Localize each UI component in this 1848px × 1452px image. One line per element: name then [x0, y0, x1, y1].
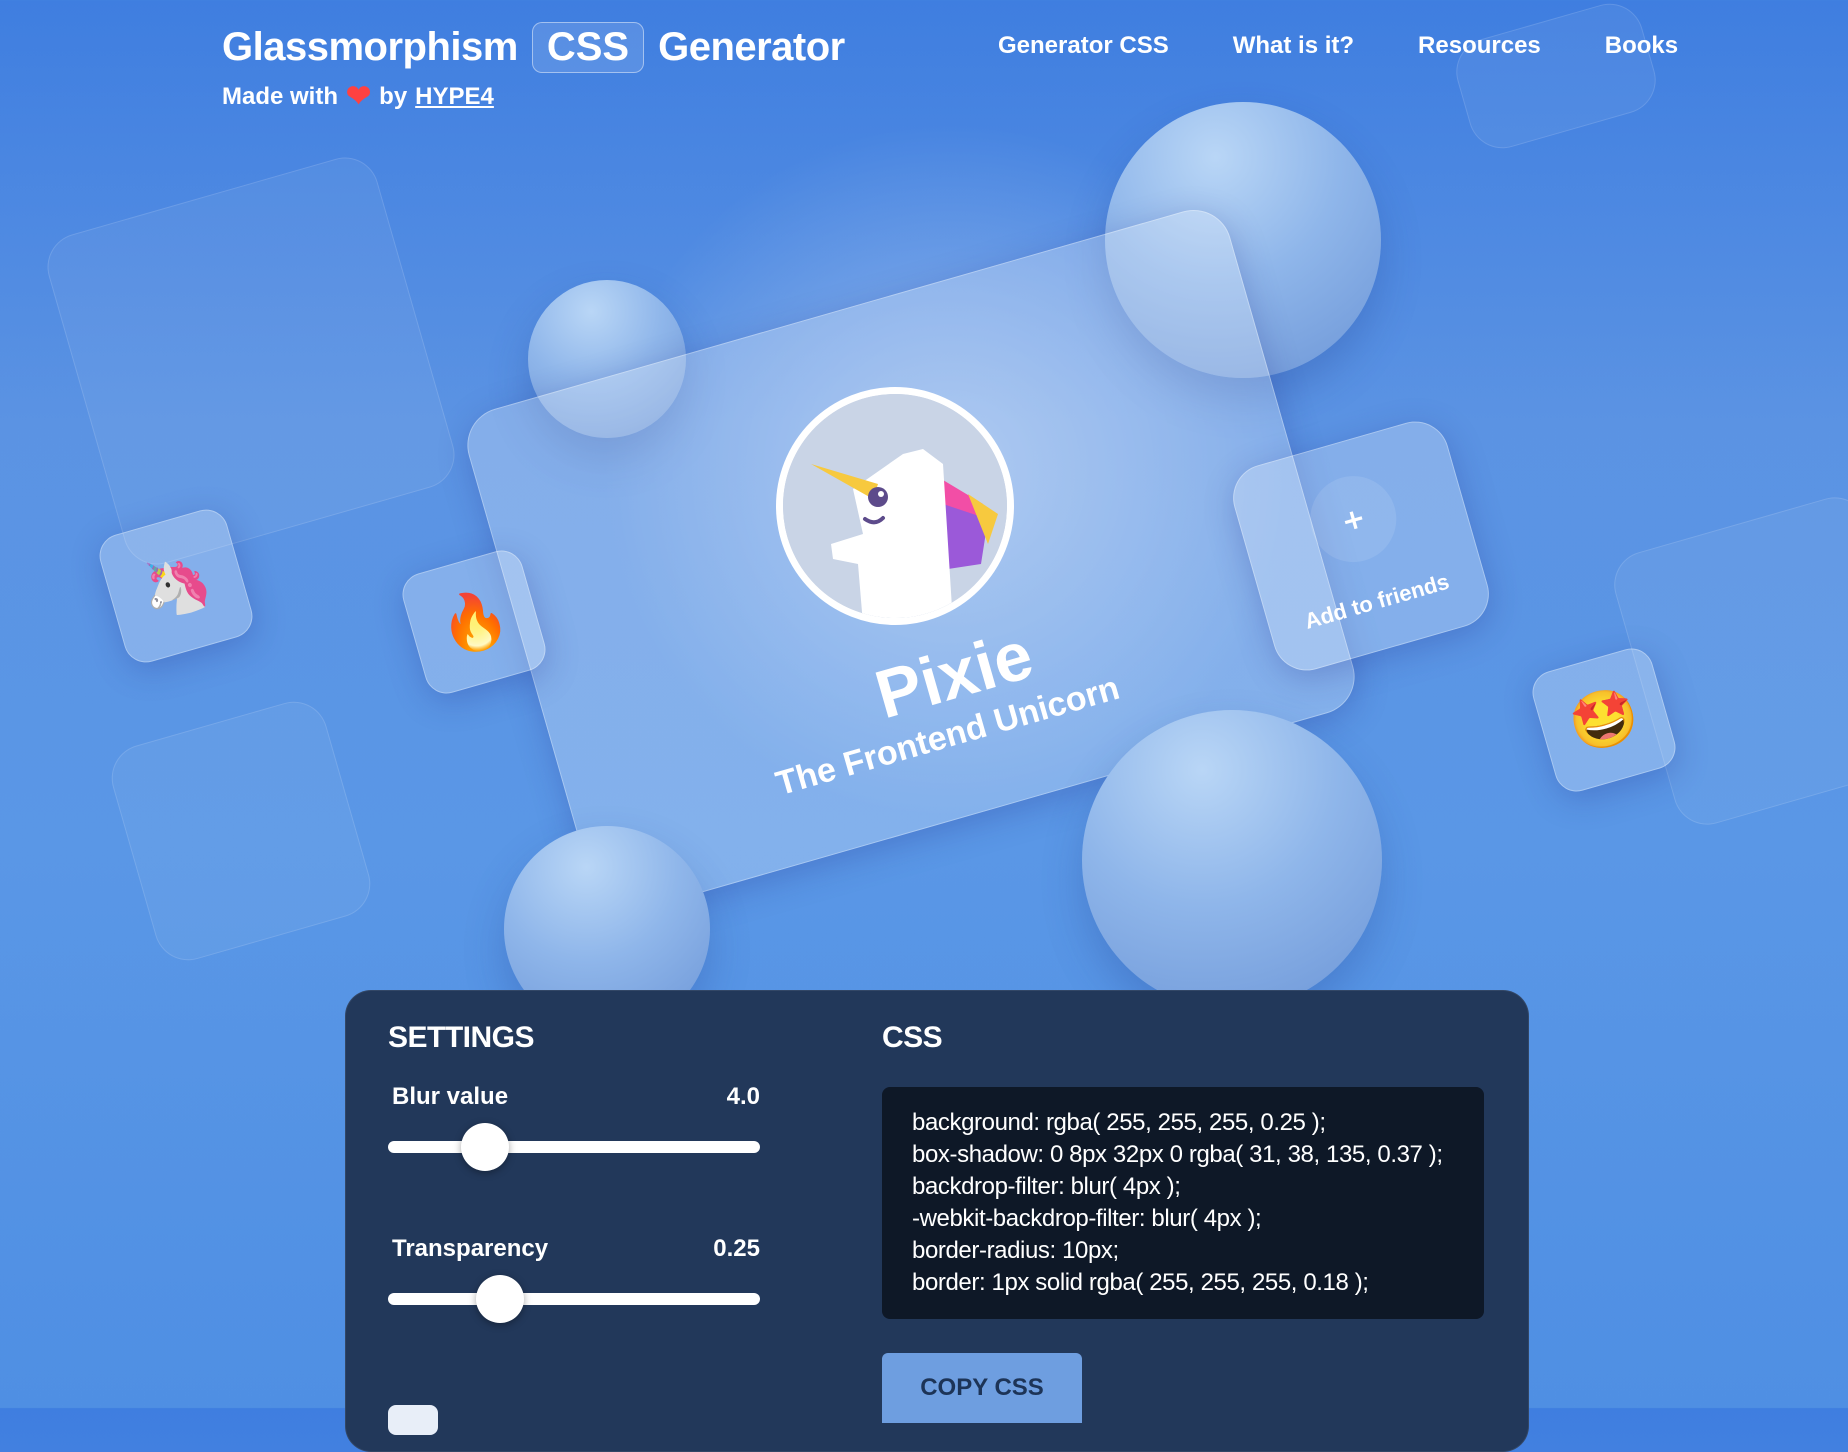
blur-slider[interactable]	[388, 1123, 760, 1171]
brand-logo[interactable]: Glassmorphism CSS Generator	[222, 22, 845, 73]
css-code-line: -webkit-backdrop-filter: blur( 4px );	[912, 1205, 1262, 1232]
main-nav: Generator CSS What is it? Resources Book…	[998, 32, 1678, 60]
unicorn-icon: 🦄	[133, 545, 219, 628]
css-code-line: box-shadow: 0 8px 32px 0 rgba( 31, 38, 1…	[912, 1141, 1443, 1168]
css-code-line: border-radius: 10px;	[912, 1237, 1119, 1264]
plus-icon: +	[1300, 465, 1407, 573]
add-to-friends-label: Add to friends	[1301, 568, 1452, 634]
avatar	[776, 387, 1014, 625]
css-code-output[interactable]: background: rgba( 255, 255, 255, 0.25 );…	[882, 1087, 1484, 1319]
blur-slider-thumb[interactable]	[461, 1123, 510, 1171]
blur-label: Blur value	[392, 1083, 509, 1110]
star-struck-icon: 🤩	[1561, 679, 1647, 762]
background-square	[1448, 0, 1664, 157]
brand-title: Glassmorphism	[222, 25, 518, 69]
background-square	[103, 693, 379, 969]
made-with-credit: Made with ❤ by HYPE4	[222, 82, 494, 112]
css-code-line: backdrop-filter: blur( 4px );	[912, 1173, 1181, 1200]
made-with-text: Made with	[222, 83, 339, 110]
nav-books[interactable]: Books	[1605, 32, 1678, 60]
transparency-slider-thumb[interactable]	[476, 1275, 525, 1323]
decorative-sphere	[1082, 710, 1382, 1010]
nav-what-is-it[interactable]: What is it?	[1233, 32, 1354, 60]
settings-panel: SETTINGS Blur value 4.0 Transparency 0.2…	[345, 990, 1529, 1452]
author-link[interactable]: HYPE4	[415, 83, 494, 111]
css-code-line: border: 1px solid rgba( 255, 255, 255, 0…	[912, 1269, 1369, 1296]
copy-css-button[interactable]: COPY CSS	[882, 1353, 1082, 1423]
nav-generator-css[interactable]: Generator CSS	[998, 32, 1169, 60]
settings-heading: SETTINGS	[388, 1021, 535, 1054]
settings-checkbox[interactable]	[388, 1405, 438, 1435]
nav-resources[interactable]: Resources	[1418, 32, 1541, 60]
brand-css-badge: CSS	[531, 22, 645, 73]
brand-title-suffix: Generator	[658, 25, 845, 69]
by-text: by	[379, 83, 408, 110]
heart-icon: ❤	[346, 80, 372, 113]
unicorn-avatar-icon	[783, 394, 1007, 618]
css-heading: CSS	[882, 1021, 943, 1054]
blur-value: 4.0	[726, 1083, 760, 1110]
transparency-label: Transparency	[392, 1235, 549, 1262]
transparency-slider[interactable]	[388, 1275, 760, 1323]
background-square	[39, 149, 463, 573]
css-code-line: background: rgba( 255, 255, 255, 0.25 );	[912, 1109, 1326, 1136]
fire-icon: 🔥	[431, 581, 517, 664]
transparency-value: 0.25	[713, 1235, 760, 1262]
